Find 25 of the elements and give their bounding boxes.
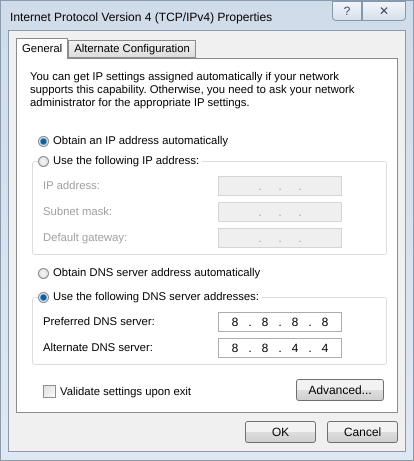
tab[interactable]: General (16, 38, 68, 59)
advanced-button[interactable]: Advanced... (296, 379, 384, 401)
field-label: Default gateway: (43, 232, 128, 244)
radio-label: Obtain DNS server address automatically (53, 267, 260, 279)
field-label: Subnet mask: (43, 206, 112, 218)
radio-label: Obtain an IP address automatically (53, 135, 228, 147)
help-button[interactable]: ? (332, 1, 362, 21)
field-label: Preferred DNS server: (43, 316, 155, 328)
cancel-button[interactable]: Cancel (327, 421, 398, 443)
field-label: IP address: (43, 180, 100, 192)
radio-button[interactable] (38, 268, 49, 278)
ip-address-field[interactable]: 8 . 8 . 4 . 4 (218, 338, 342, 358)
tab[interactable]: Alternate Configuration (68, 40, 196, 58)
checkbox[interactable] (43, 385, 56, 398)
intro-text: You can get IP settings assigned automatically if your network supports this capability. Otherwise, you need to ask your network administrator for the appropriate IP settings. (30, 71, 356, 110)
checkbox-label: Validate settings upon exit (60, 386, 192, 398)
radio-button[interactable] (38, 292, 49, 302)
ok-button[interactable]: OK (245, 421, 316, 443)
radio-button[interactable] (38, 136, 49, 146)
radio-label: Use the following IP address: (53, 155, 200, 167)
ip-address-field[interactable]: 8 . 8 . 8 . 8 (218, 312, 342, 332)
radio-label: Use the following DNS server addresses: (53, 291, 259, 303)
field-label: Alternate DNS server: (43, 342, 153, 354)
window-title: Internet Protocol Version 4 (TCP/IPv4) Properties (9, 9, 274, 24)
close-button[interactable]: ✕ (362, 1, 406, 21)
